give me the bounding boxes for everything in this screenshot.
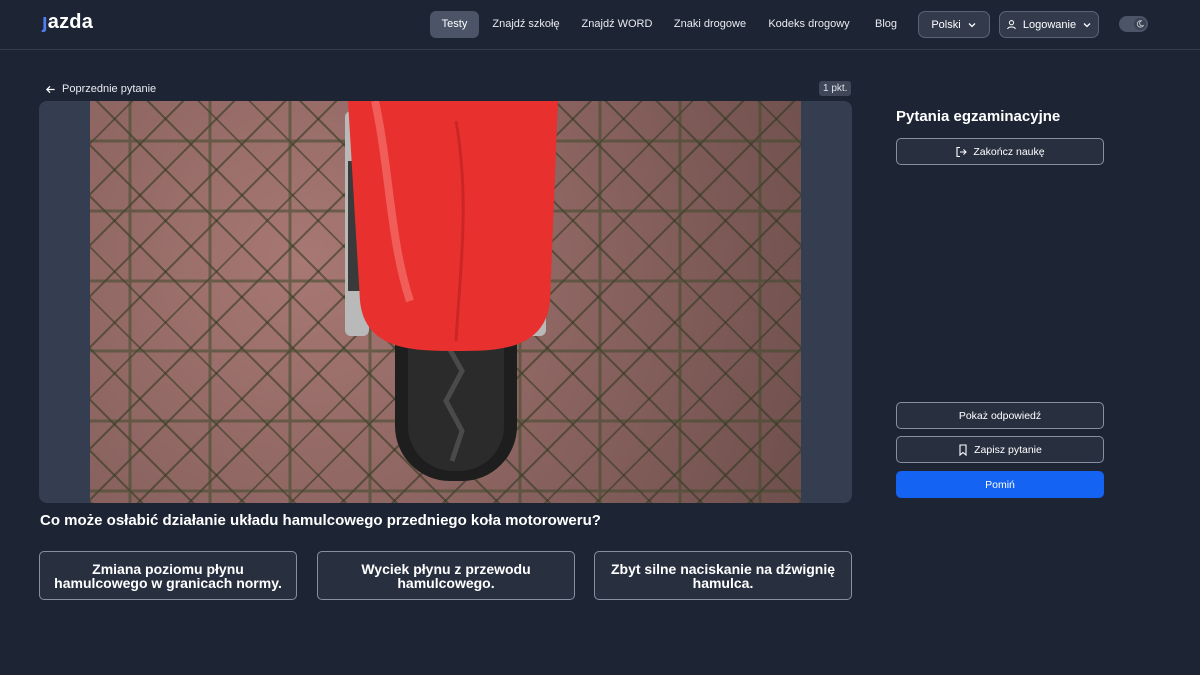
save-question-button[interactable]: Zapisz pytanie — [896, 436, 1104, 463]
theme-toggle[interactable] — [1119, 16, 1148, 32]
login-label: Logowanie — [1022, 18, 1077, 31]
answer-option-3[interactable]: Zbyt silne naciskanie na dźwignię hamulc… — [594, 551, 852, 600]
previous-question-link[interactable]: Poprzednie pytanie — [45, 81, 156, 97]
question-photo — [90, 101, 801, 503]
language-select[interactable]: Polski — [918, 11, 990, 38]
question-text: Co może osłabić działanie układu hamulco… — [40, 512, 601, 529]
answer-option-2[interactable]: Wyciek płynu z przewodu hamulcowego. — [317, 551, 575, 600]
finish-learning-label: Zakończ naukę — [973, 145, 1045, 158]
question-media-panel — [39, 101, 852, 503]
logout-icon — [956, 146, 968, 157]
moon-icon — [1134, 18, 1146, 30]
logo-text: azda — [47, 11, 94, 33]
show-answer-label: Pokaż odpowiedź — [958, 409, 1042, 422]
nav-find-word[interactable]: Znajdź WORD — [578, 11, 656, 38]
language-label: Polski — [931, 18, 961, 31]
nav-road-signs[interactable]: Znaki drogowe — [668, 11, 752, 38]
nav-traffic-code[interactable]: Kodeks drogowy — [764, 11, 854, 38]
show-answer-button[interactable]: Pokaż odpowiedź — [896, 402, 1104, 429]
nav-find-school[interactable]: Znajdź szkołę — [487, 11, 565, 38]
previous-question-label: Poprzednie pytanie — [62, 83, 157, 95]
logo[interactable]: ȷazda — [42, 11, 93, 34]
chevron-down-icon — [968, 22, 976, 27]
skip-button[interactable]: Pomiń — [896, 471, 1104, 498]
answer-option-1[interactable]: Zmiana poziomu płynu hamulcowego w grani… — [39, 551, 297, 600]
chevron-down-icon — [1083, 22, 1091, 27]
save-question-label: Zapisz pytanie — [974, 443, 1042, 456]
skip-label: Pomiń — [985, 478, 1015, 491]
top-navbar: ȷazda Testy Znajdź szkołę Znajdź WORD Zn… — [0, 0, 1200, 50]
login-button[interactable]: Logowanie — [999, 11, 1099, 38]
sidebar-title: Pytania egzaminacyjne — [896, 108, 1061, 125]
arrow-left-icon — [45, 85, 55, 93]
bookmark-icon — [959, 443, 967, 456]
nav-testy[interactable]: Testy — [430, 11, 479, 38]
motorcycle-front-wheel-photo — [90, 101, 801, 503]
finish-learning-button[interactable]: Zakończ naukę — [896, 138, 1104, 165]
nav-blog[interactable]: Blog — [866, 11, 906, 38]
points-badge: 1 pkt. — [819, 81, 852, 96]
user-icon — [1007, 20, 1016, 30]
